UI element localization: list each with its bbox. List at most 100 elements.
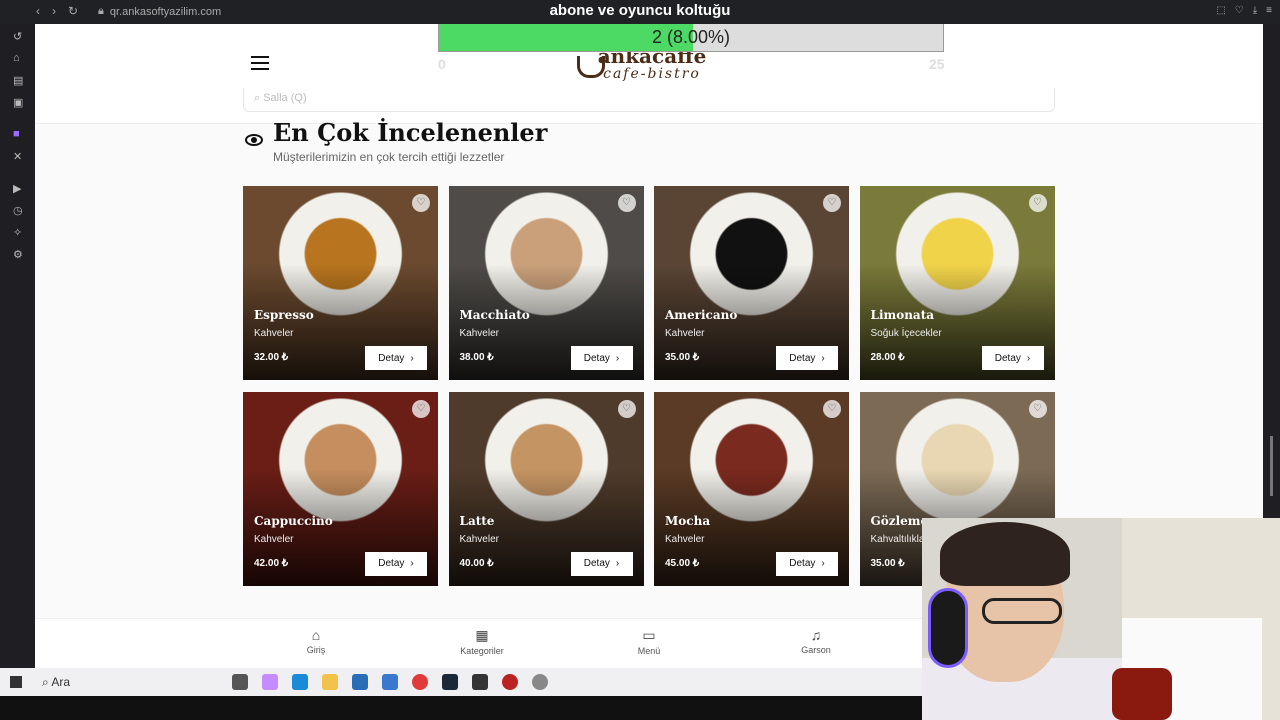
product-price: 35.00 ₺ [665,352,700,363]
product-price: 42.00 ₺ [254,557,289,569]
product-price: 35.00 ₺ [870,557,905,569]
play-icon[interactable]: ▶ [13,182,21,195]
detail-button[interactable]: Detay › [570,551,633,576]
favorite-heart-icon[interactable]: ♡ [617,399,636,418]
edge-icon[interactable] [292,674,308,690]
logo-line2: cafe-bistro [603,66,701,82]
product-name: Macchiato [459,308,530,322]
settings-icon[interactable]: ⚙ [13,248,23,261]
file-explorer-icon[interactable] [322,674,338,690]
detail-label: Detay [378,352,405,364]
twitch-icon[interactable]: ■ [13,128,20,140]
bottom-nav-garson[interactable]: ♫ Garson [771,627,861,655]
detail-button[interactable]: Detay › [570,346,633,370]
product-price: 28.00 ₺ [870,352,905,363]
bottom-nav-kategoriler[interactable]: ▦ Kategoriler [437,627,527,656]
detail-label: Detay [994,352,1021,364]
taskbar-search-label: Ara [51,675,71,689]
mail-app-icon[interactable] [382,674,398,690]
search-input[interactable]: ⌕ Salla (Q) [243,88,1055,112]
bottom-nav-menü[interactable]: ▭ Menü [604,627,694,656]
bottom-nav-label: Garson [801,645,831,655]
headphones-icon [928,588,968,668]
home-icon: ⌂ [311,627,321,643]
product-price: 32.00 ₺ [254,352,289,363]
chevron-right-icon: › [615,352,620,364]
stream-goal-progress-bar: 2 (8.00%) [438,24,944,52]
product-category: Soğuk İçecekler [870,328,942,339]
product-category: Kahveler [459,533,499,545]
favorite-heart-icon[interactable]: ♡ [412,194,430,212]
app-gray-icon[interactable] [532,674,548,690]
product-name: Limonata [870,308,935,322]
notes-icon[interactable]: ▤ [13,74,23,87]
store-icon[interactable] [352,674,368,690]
product-card[interactable]: ♡ Mocha Kahveler 45.00 ₺ Detay › [654,391,849,586]
product-card[interactable]: ♡ Limonata Soğuk İçecekler 28.00 ₺ Detay › [859,186,1055,380]
chevron-right-icon: › [410,558,414,569]
app-red-icon[interactable] [502,674,518,690]
detail-button[interactable]: Detay › [365,346,427,370]
menu-icon[interactable]: ≡ [1266,5,1272,16]
app-icon[interactable] [472,674,488,690]
bottom-nav-label: Giriş [306,645,326,655]
product-card[interactable]: ♡ Americano Kahveler 35.00 ₺ Detay › [654,186,849,380]
puzzle-icon[interactable]: ✧ [13,226,22,239]
favorite-heart-icon[interactable]: ♡ [412,399,430,418]
webcam-overlay [922,518,1280,720]
book-icon: ▭ [642,627,656,643]
detail-button[interactable]: Detay › [981,346,1044,370]
detail-label: Detay [583,352,610,364]
browser-topbar: ‹ › ↻ 🔒︎ qr.ankasoftyazilim.com abone ve… [0,0,1280,24]
clock-icon[interactable]: ◷ [13,204,23,217]
product-price: 40.00 ₺ [459,557,494,569]
task-view-icon[interactable] [232,674,248,690]
product-card[interactable]: ♡ Cappuccino Kahveler 42.00 ₺ Detay › [243,391,438,586]
detail-button[interactable]: Detay › [776,551,838,576]
product-card[interactable]: ♡ Espresso Kahveler 32.00 ₺ Detay › [243,186,438,380]
product-category: Kahveler [459,328,499,339]
site-logo[interactable]: ankacaffe cafe-bistro [577,46,727,86]
history-icon[interactable]: ↺ [13,30,22,43]
product-name: Americano [665,308,738,322]
scrollbar-thumb[interactable] [1270,436,1273,496]
product-card[interactable]: ♡ Macchiato Kahveler 38.00 ₺ Detay › [448,186,644,380]
product-price: 38.00 ₺ [459,352,494,363]
favorite-heart-icon[interactable]: ♡ [823,194,841,212]
favorite-heart-icon[interactable]: ♡ [617,194,636,212]
copilot-icon[interactable] [262,674,278,690]
product-card[interactable]: ♡ Latte Kahveler 40.00 ₺ Detay › [448,391,644,586]
windows-start-icon[interactable] [10,676,22,688]
steam-icon[interactable] [442,674,458,690]
webcam-person-hair [940,522,1070,586]
site-header: ankacaffe cafe-bistro ⌕ Salla (Q) 2 (8.0… [35,24,1263,124]
x-icon[interactable]: ✕ [13,150,22,163]
bottom-nav-label: Menü [637,646,661,656]
detail-button[interactable]: Detay › [776,346,838,370]
product-category: Kahveler [254,328,294,339]
favorite-heart-icon[interactable]: ♡ [1028,399,1047,418]
section-title: En Çok İncelenenler [273,118,548,147]
taskbar-search[interactable]: ⌕ Ara [42,675,70,690]
chevron-right-icon: › [615,558,620,569]
detail-button[interactable]: Detay › [365,551,427,576]
favorite-heart-icon[interactable]: ♡ [1028,194,1047,212]
bottom-nav-label: Kategoriler [460,646,504,656]
eye-icon [245,134,263,146]
chevron-right-icon: › [1026,352,1031,364]
favorite-heart-icon[interactable]: ♡ [823,399,841,418]
bottom-nav-giriş[interactable]: ⌂ Giriş [271,627,361,655]
opera-icon[interactable] [412,674,428,690]
taskbar-apps [232,674,548,690]
search-icon: ⌕ [42,675,52,689]
hamburger-menu-icon[interactable] [251,56,269,70]
mail-icon[interactable]: ▣ [13,96,23,109]
stream-overlay-title: abone ve oyuncu koltuğu [549,2,731,19]
heart-icon[interactable]: ♡ [1235,5,1244,16]
bag-icon[interactable]: ⌂ [13,52,20,64]
extension-icon[interactable]: ⬚ [1216,5,1225,16]
chevron-right-icon: › [821,352,825,364]
download-icon[interactable]: ⤓ [1253,5,1257,16]
progress-text: 2 (8.00%) [651,27,731,47]
product-name: Mocha [665,513,711,528]
